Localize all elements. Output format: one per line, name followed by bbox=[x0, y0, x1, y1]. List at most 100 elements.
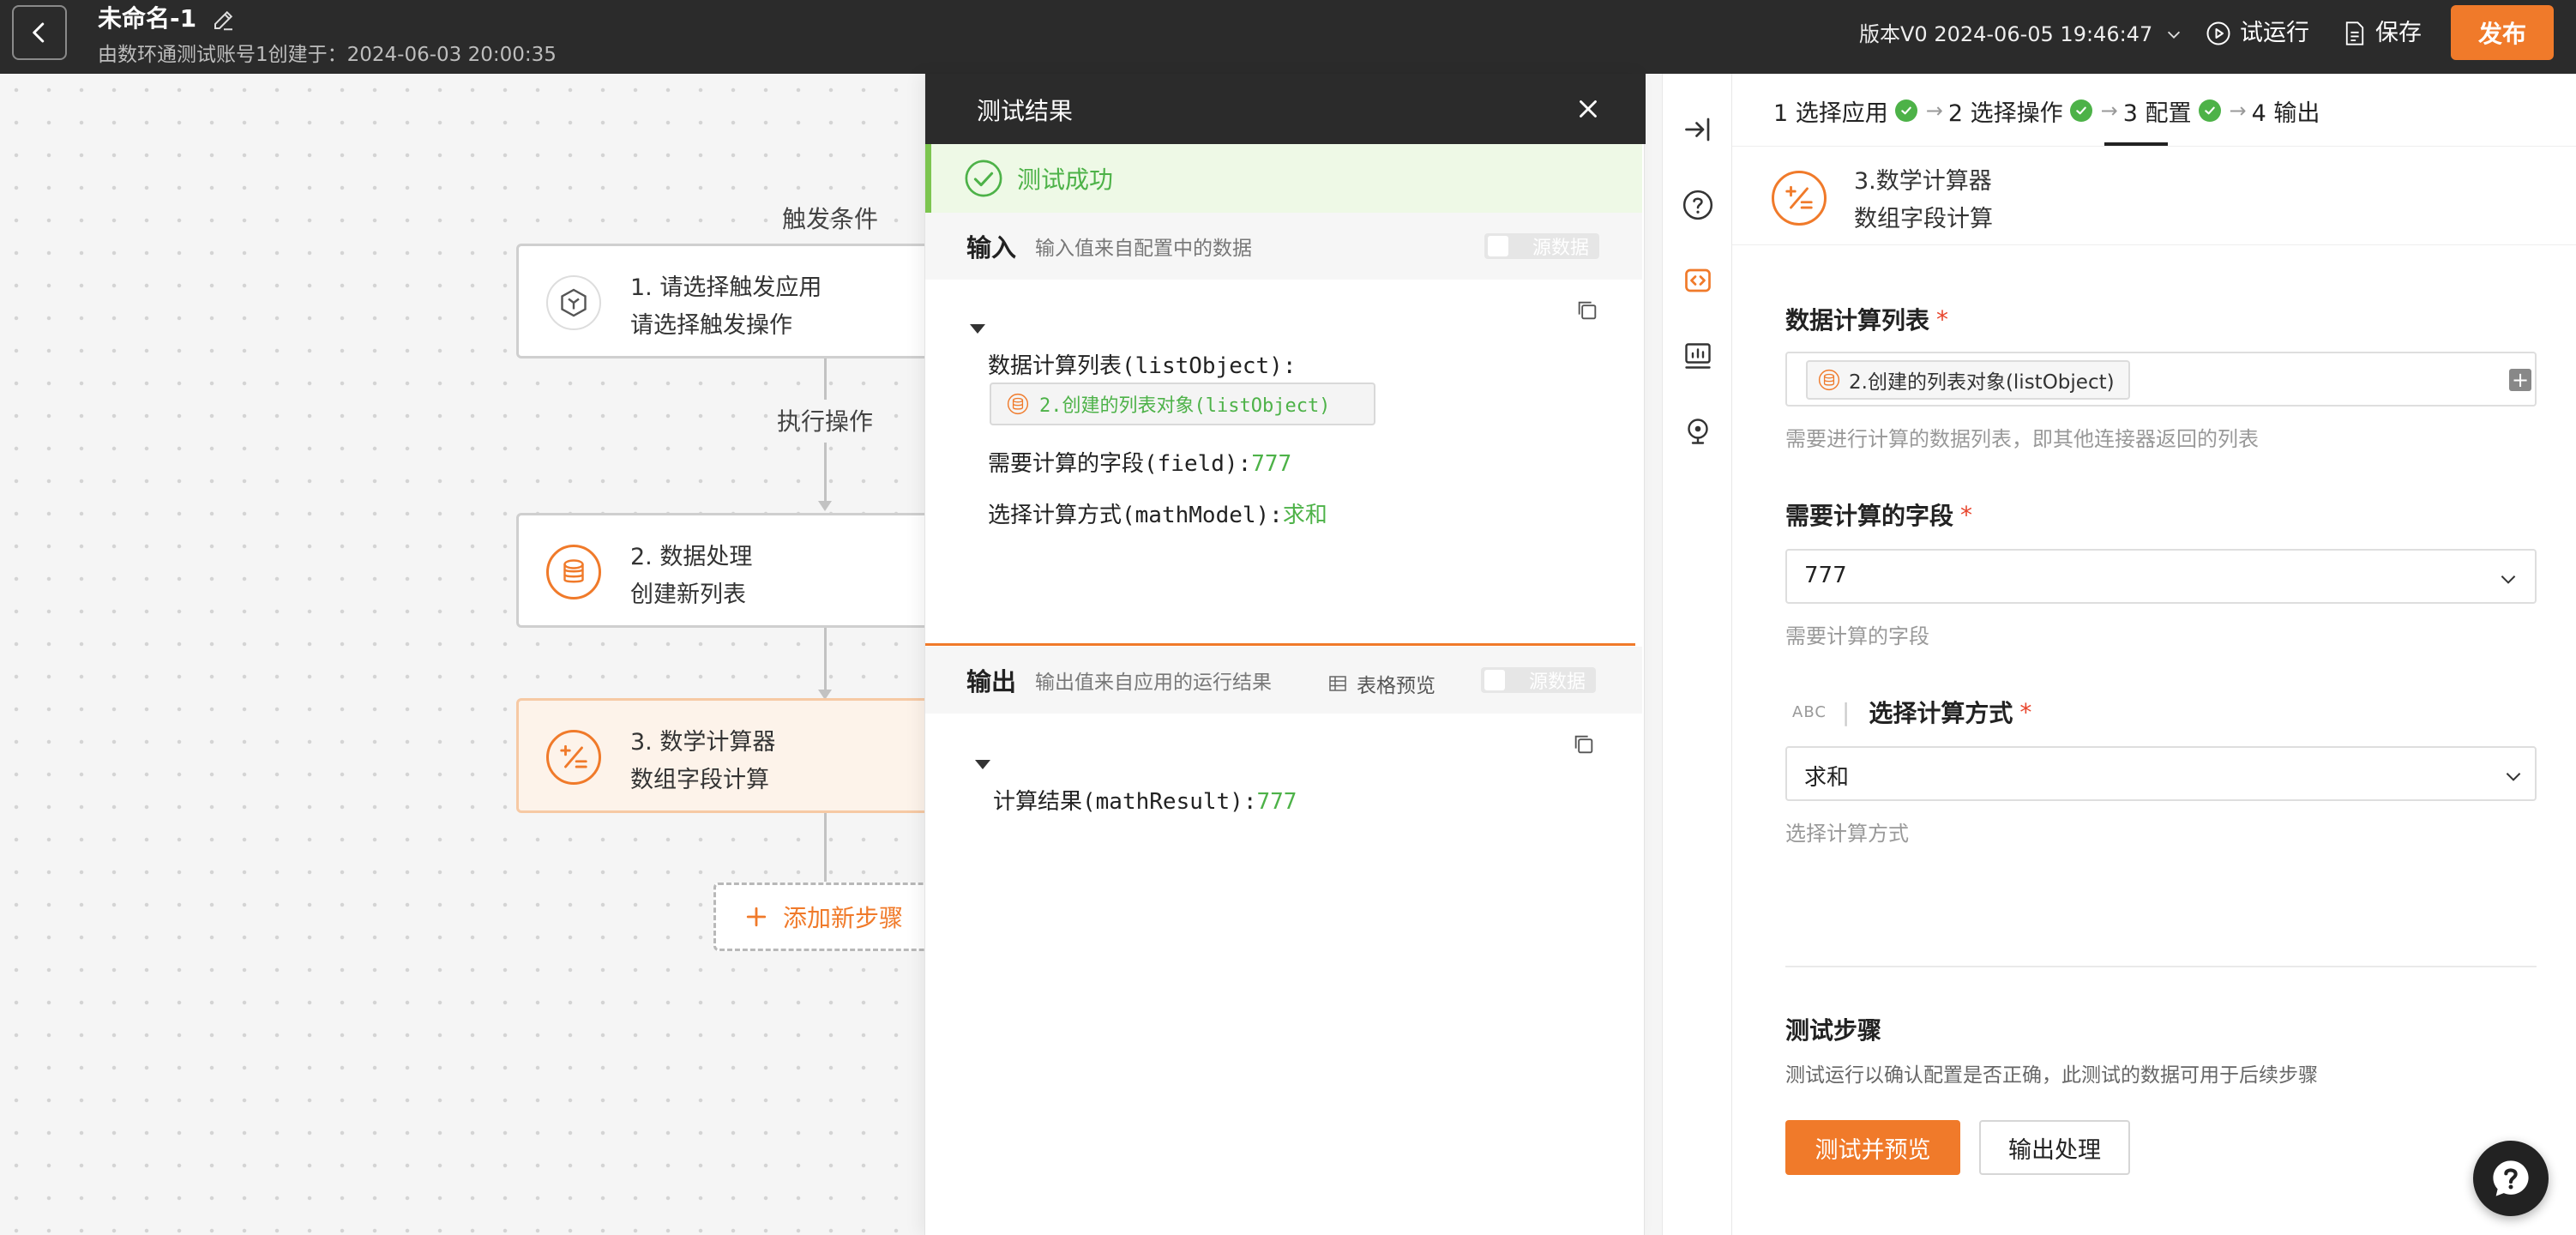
table-preview-label: 表格预览 bbox=[1357, 675, 1435, 697]
node-subtitle: 创建新列表 bbox=[630, 581, 746, 608]
input-mode-value: 求和 bbox=[1282, 503, 1327, 528]
location-pin-icon[interactable] bbox=[1680, 413, 1716, 449]
flow-node-data-processing[interactable]: 2. 数据处理 创建新列表 bbox=[516, 513, 945, 628]
required-mark: * bbox=[1936, 304, 1949, 334]
step-tab-select-app[interactable]: 1 选择应用 bbox=[1773, 94, 1917, 128]
step-label: 2 选择操作 bbox=[1947, 99, 2063, 127]
flow-node-math-calculator[interactable]: 3. 数学计算器 数组字段计算 bbox=[516, 698, 945, 813]
toggle-knob bbox=[1484, 670, 1505, 690]
trigger-label: 触发条件 bbox=[782, 205, 879, 233]
document-icon bbox=[2345, 21, 2364, 45]
step-tab-configure[interactable]: 3 配置 bbox=[2123, 94, 2221, 128]
trial-run-button[interactable]: 试运行 bbox=[2206, 15, 2309, 51]
step-label: 3 配置 bbox=[2122, 99, 2192, 127]
mode-field-label: ABC | 选择计算方式 * bbox=[1792, 695, 2031, 729]
list-field-label: 数据计算列表 * bbox=[1785, 302, 1948, 336]
close-icon[interactable] bbox=[1574, 94, 1603, 124]
tag-separator: | bbox=[1841, 697, 1851, 726]
list-object-chip[interactable]: 2.创建的列表对象(listObject) bbox=[1806, 360, 2130, 400]
top-bar: 未命名-1 由数环通测试账号1创建于：2024-06-03 20:00:35 版… bbox=[0, 0, 2576, 74]
play-circle-icon bbox=[2206, 21, 2230, 45]
config-node-subtitle: 数组字段计算 bbox=[1854, 206, 1993, 232]
step-tab-output[interactable]: 4 输出 bbox=[2252, 94, 2320, 128]
copy-icon[interactable] bbox=[1575, 298, 1599, 322]
table-preview-button[interactable]: 表格预览 bbox=[1327, 669, 1435, 698]
field-select[interactable]: 777 bbox=[1785, 549, 2537, 604]
step-tab-select-action[interactable]: 2 选择操作 bbox=[1948, 94, 2092, 128]
connector-line bbox=[824, 358, 827, 400]
chevron-down-icon bbox=[2506, 773, 2521, 781]
step-tabs: 1 选择应用 → 2 选择操作 → 3 配置 → 4 输出 bbox=[1773, 89, 2320, 132]
input-list-key: 数据计算列表(listObject): bbox=[988, 353, 1297, 379]
add-step-label: 添加新步骤 bbox=[783, 904, 904, 932]
page-title: 未命名-1 bbox=[98, 4, 197, 33]
mode-select[interactable]: 求和 bbox=[1785, 746, 2537, 801]
chevron-down-icon bbox=[2501, 575, 2516, 584]
side-toolbar bbox=[1662, 74, 1732, 1235]
chevron-down-icon bbox=[2168, 31, 2181, 39]
list-field-label-text: 数据计算列表 bbox=[1785, 306, 1930, 334]
list-field-hint: 需要进行计算的数据列表，即其他连接器返回的列表 bbox=[1785, 427, 2259, 451]
input-mode-key: 选择计算方式(mathModel): bbox=[988, 503, 1283, 528]
output-result-row: 计算结果(mathResult):777 bbox=[993, 784, 1297, 816]
output-source-toggle[interactable]: 源数据 bbox=[1481, 667, 1596, 693]
test-result-title: 测试结果 bbox=[977, 97, 1074, 125]
database-icon bbox=[546, 545, 601, 599]
config-panel: 1 选择应用 → 2 选择操作 → 3 配置 → 4 输出 3.数学计算器 数组… bbox=[1732, 74, 2576, 1235]
input-source-toggle[interactable]: 源数据 bbox=[1484, 233, 1599, 259]
add-step-button[interactable]: 添加新步骤 bbox=[713, 883, 936, 951]
edit-icon[interactable] bbox=[211, 7, 237, 33]
test-step-description: 测试运行以确认配置是否正确，此测试的数据可用于后续步骤 bbox=[1785, 1064, 2318, 1087]
connector-line bbox=[824, 443, 827, 501]
input-description: 输入值来自配置中的数据 bbox=[1035, 238, 1253, 260]
input-section-header: 输入 输入值来自配置中的数据 源数据 bbox=[925, 213, 1642, 280]
input-list-chip: 2.创建的列表对象(listObject) bbox=[990, 383, 1375, 425]
check-circle-icon bbox=[2069, 99, 2092, 122]
output-processing-button[interactable]: 输出处理 bbox=[1979, 1120, 2130, 1175]
text-type-tag: ABC bbox=[1792, 702, 1827, 721]
output-description: 输出值来自应用的运行结果 bbox=[1035, 672, 1273, 694]
collapse-triangle-icon[interactable] bbox=[975, 760, 990, 769]
source-toggle-label: 源数据 bbox=[1528, 672, 1586, 693]
save-button[interactable]: 保存 bbox=[2343, 15, 2422, 51]
back-button[interactable] bbox=[12, 5, 67, 60]
output-title: 输出 bbox=[966, 667, 1017, 696]
check-circle-icon bbox=[1894, 99, 1917, 122]
help-chat-button[interactable] bbox=[2473, 1141, 2549, 1216]
connector-line bbox=[824, 628, 827, 691]
chart-monitor-icon[interactable] bbox=[1680, 338, 1716, 374]
publish-button[interactable]: 发布 bbox=[2451, 5, 2554, 60]
section-divider bbox=[1785, 966, 2537, 967]
step-label: 4 输出 bbox=[2251, 99, 2320, 127]
version-selector[interactable]: 版本V0 2024-06-05 19:46:47 bbox=[1859, 17, 2183, 51]
creator-info: 由数环通测试账号1创建于：2024-06-03 20:00:35 bbox=[98, 44, 557, 66]
input-list-value: 2.创建的列表对象(listObject) bbox=[1039, 395, 1331, 417]
section-divider bbox=[925, 643, 1635, 646]
collapse-panel-icon[interactable] bbox=[1680, 111, 1716, 148]
calculator-icon bbox=[546, 730, 601, 785]
test-and-preview-button[interactable]: 测试并预览 bbox=[1785, 1120, 1960, 1175]
version-label: 版本V0 2024-06-05 19:46:47 bbox=[1859, 22, 2153, 46]
collapse-triangle-icon[interactable] bbox=[970, 324, 985, 334]
copy-icon[interactable] bbox=[1572, 732, 1596, 756]
database-icon bbox=[1007, 393, 1029, 415]
mode-field-hint: 选择计算方式 bbox=[1785, 822, 1909, 846]
list-field-input[interactable]: 2.创建的列表对象(listObject) + bbox=[1785, 352, 2537, 407]
table-icon bbox=[1329, 676, 1346, 691]
arrow-down-icon bbox=[818, 501, 832, 511]
help-circle-icon[interactable] bbox=[1680, 187, 1716, 223]
code-window-icon[interactable] bbox=[1680, 262, 1716, 298]
add-variable-icon[interactable]: + bbox=[2509, 369, 2531, 391]
required-mark: * bbox=[2019, 697, 2032, 726]
field-field-label: 需要计算的字段 * bbox=[1785, 497, 1972, 532]
mode-select-value: 求和 bbox=[1804, 765, 1850, 791]
input-title: 输入 bbox=[966, 233, 1017, 262]
arrow-right-icon: → bbox=[1925, 99, 1943, 123]
input-field-row: 需要计算的字段(field):777 bbox=[988, 446, 1291, 478]
list-object-chip-label: 2.创建的列表对象(listObject) bbox=[1849, 371, 2115, 394]
flow-node-trigger[interactable]: 1. 请选择触发应用 请选择触发操作 bbox=[516, 244, 945, 358]
output-result-key: 计算结果(mathResult): bbox=[993, 789, 1257, 815]
connector-line bbox=[824, 813, 827, 882]
action-label: 执行操作 bbox=[777, 407, 874, 436]
toggle-knob bbox=[1488, 236, 1508, 256]
